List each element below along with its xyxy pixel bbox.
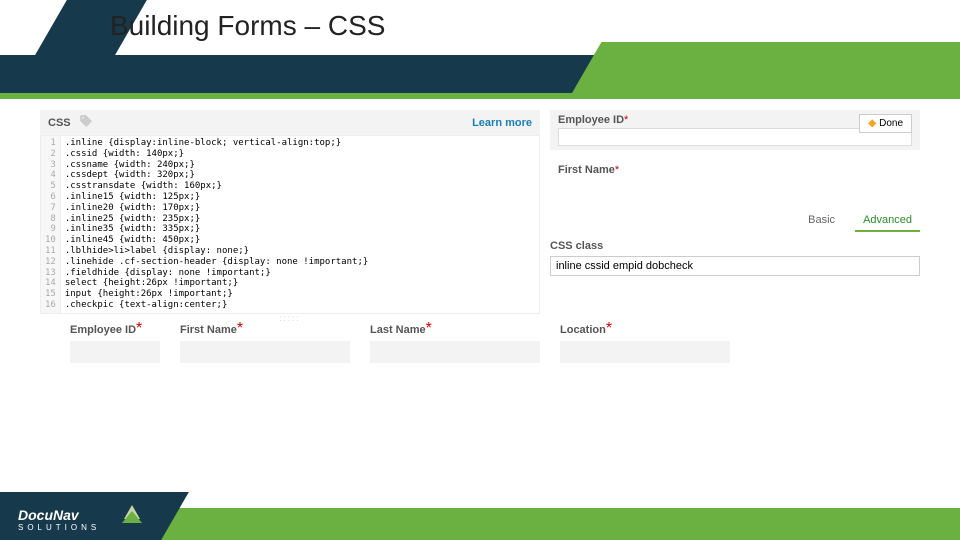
css-editor-panel: CSS Learn more 12345678910111213141516 .… <box>40 110 540 323</box>
done-button[interactable]: ◆ Done <box>859 114 912 133</box>
preview-label: Location <box>560 324 606 336</box>
learn-more-link[interactable]: Learn more <box>472 117 532 129</box>
required-asterisk: * <box>606 320 612 337</box>
preview-input-last-name[interactable] <box>370 341 540 363</box>
code-line: .inline15 {width: 125px;} <box>65 192 368 203</box>
field-employee-id-row[interactable]: Employee ID* ◆ Done <box>550 110 920 150</box>
form-preview-row: Employee ID* First Name* Last Name* Loca… <box>70 320 890 363</box>
footer-logo: DocuNav SOLUTIONS <box>18 507 100 532</box>
preview-input-employee-id[interactable] <box>70 341 160 363</box>
properties-tabs: Basic Advanced <box>550 210 920 232</box>
code-editor[interactable]: 12345678910111213141516 .inline {display… <box>40 135 540 314</box>
required-asterisk: * <box>237 320 243 337</box>
done-label: Done <box>879 118 903 129</box>
code-line: .inline20 {width: 170px;} <box>65 203 368 214</box>
code-line: .checkpic {text-align:center;} <box>65 300 368 311</box>
code-line: .inline {display:inline-block; vertical-… <box>65 138 368 149</box>
line-numbers: 12345678910111213141516 <box>41 136 61 313</box>
css-panel-header: CSS Learn more <box>40 110 540 135</box>
tab-advanced[interactable]: Advanced <box>855 210 920 232</box>
content-area: CSS Learn more 12345678910111213141516 .… <box>40 110 920 323</box>
required-asterisk: * <box>624 114 628 126</box>
code-line: .csstransdate {width: 160px;} <box>65 181 368 192</box>
preview-employee-id: Employee ID* <box>70 320 160 363</box>
slide-header: Building Forms – CSS <box>0 0 960 95</box>
preview-label: Employee ID <box>70 324 136 336</box>
preview-label: First Name <box>180 324 237 336</box>
preview-input-first-name[interactable] <box>180 341 350 363</box>
code-line: .inline25 {width: 235px;} <box>65 214 368 225</box>
required-asterisk: * <box>615 164 619 176</box>
css-class-input[interactable] <box>550 256 920 276</box>
done-arrow-icon: ◆ <box>868 118 876 129</box>
slide-title: Building Forms – CSS <box>110 10 385 42</box>
preview-input-location[interactable] <box>560 341 730 363</box>
tab-basic[interactable]: Basic <box>800 210 843 232</box>
logo-icon <box>120 497 144 530</box>
required-asterisk: * <box>136 320 142 337</box>
preview-label: Last Name <box>370 324 426 336</box>
logo-tagline: SOLUTIONS <box>18 523 100 532</box>
preview-first-name: First Name* <box>180 320 350 363</box>
code-line: .inline35 {width: 335px;} <box>65 224 368 235</box>
code-line: .fieldhide {display: none !important;} <box>65 268 368 279</box>
preview-location: Location* <box>560 320 730 363</box>
css-class-label: CSS class <box>550 240 920 252</box>
properties-panel: Employee ID* ◆ Done First Name* Basic Ad… <box>550 110 920 323</box>
slide-footer: DocuNav SOLUTIONS <box>0 492 960 540</box>
logo-name: DocuNav <box>18 507 100 523</box>
code-line: .lblhide>li>label {display: none;} <box>65 246 368 257</box>
code-line: input {height:26px !important;} <box>65 289 368 300</box>
code-line: .linehide .cf-section-header {display: n… <box>65 257 368 268</box>
field-label: First Name <box>558 164 615 176</box>
css-panel-label: CSS <box>48 117 71 129</box>
field-first-name-row: First Name* <box>550 154 920 180</box>
field-label: Employee ID <box>558 114 624 126</box>
code-line: .cssid {width: 140px;} <box>65 149 368 160</box>
preview-last-name: Last Name* <box>370 320 540 363</box>
code-line: .cssdept {width: 320px;} <box>65 170 368 181</box>
code-line: select {height:26px !important;} <box>65 278 368 289</box>
code-line: .cssname {width: 240px;} <box>65 160 368 171</box>
code-line: .inline45 {width: 450px;} <box>65 235 368 246</box>
tag-icon <box>79 114 93 131</box>
required-asterisk: * <box>426 320 432 337</box>
code-content[interactable]: .inline {display:inline-block; vertical-… <box>61 136 372 313</box>
